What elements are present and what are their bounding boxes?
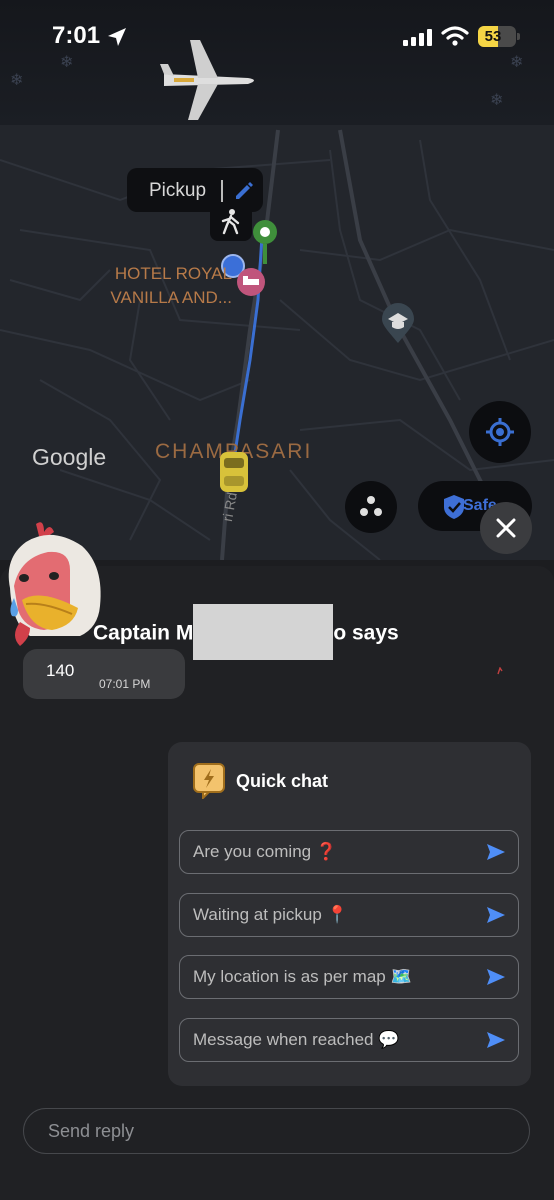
location-arrow-icon: [108, 28, 126, 46]
send-icon: [487, 907, 505, 923]
pickup-pin-icon: [253, 220, 277, 264]
message-timestamp: 07:01 PM: [99, 677, 151, 691]
captain-vehicle-icon: [220, 452, 248, 492]
wifi-icon: [441, 26, 469, 46]
divider: [221, 180, 223, 202]
clock: 7:01: [52, 22, 101, 49]
education-pin-icon: [382, 303, 414, 343]
quick-reply-button[interactable]: Are you coming ❓: [179, 830, 519, 874]
captain-message: 140 07:01 PM: [23, 649, 185, 699]
seen-mark-icon: [497, 667, 503, 675]
map-view[interactable]: ❄ ❄ ❄ ❄ Pickup HOTEL ROYAL VANILLA AND..…: [0, 0, 554, 560]
hotel-label: HOTEL ROYAL VANILLA AND...: [110, 264, 232, 307]
cellular-signal-icon: [403, 29, 432, 46]
battery-level: 53: [484, 28, 502, 45]
quick-reply-text: My location is as per map 🗺️: [193, 967, 412, 986]
message-text: 140: [46, 661, 75, 680]
quick-chat-title: Quick chat: [236, 771, 329, 791]
send-icon: [487, 844, 505, 860]
snowflake-icon: ❄: [490, 92, 504, 109]
quick-reply-text: Are you coming ❓: [193, 842, 338, 861]
pickup-label: Pickup: [149, 180, 207, 201]
close-button[interactable]: [480, 502, 532, 554]
snowflake-icon: ❄: [10, 72, 24, 89]
reply-box[interactable]: [23, 1108, 530, 1154]
send-icon: [487, 1032, 505, 1048]
send-icon: [487, 969, 505, 985]
quick-reply-text: Message when reached 💬: [193, 1030, 400, 1049]
walking-person-icon: [221, 209, 240, 235]
quick-reply-text: Waiting at pickup 📍: [193, 905, 348, 924]
hotel-pin-icon: [237, 268, 265, 296]
walking-chip: [210, 203, 252, 241]
memoji-avatar: [8, 522, 101, 646]
quick-reply-button[interactable]: Waiting at pickup 📍: [179, 893, 519, 937]
status-bar: 7:01 53: [0, 0, 554, 70]
quick-reply-button[interactable]: My location is as per map 🗺️: [179, 955, 519, 999]
edit-pencil-icon[interactable]: [233, 179, 255, 201]
share-button[interactable]: [345, 481, 397, 533]
share-icon: [360, 496, 382, 516]
reply-input[interactable]: [46, 1109, 510, 1154]
google-logo: Google: [32, 444, 107, 470]
captain-name-suffix: o says: [333, 621, 399, 645]
close-icon: [496, 518, 516, 538]
recenter-icon: [486, 418, 514, 446]
battery-icon: 53: [478, 26, 516, 47]
recenter-button[interactable]: [469, 401, 531, 463]
quick-reply-button[interactable]: Message when reached 💬: [179, 1018, 519, 1062]
quick-chat-icon: [193, 763, 225, 799]
redacted-name: [193, 604, 334, 660]
battery-tip: [517, 33, 520, 40]
